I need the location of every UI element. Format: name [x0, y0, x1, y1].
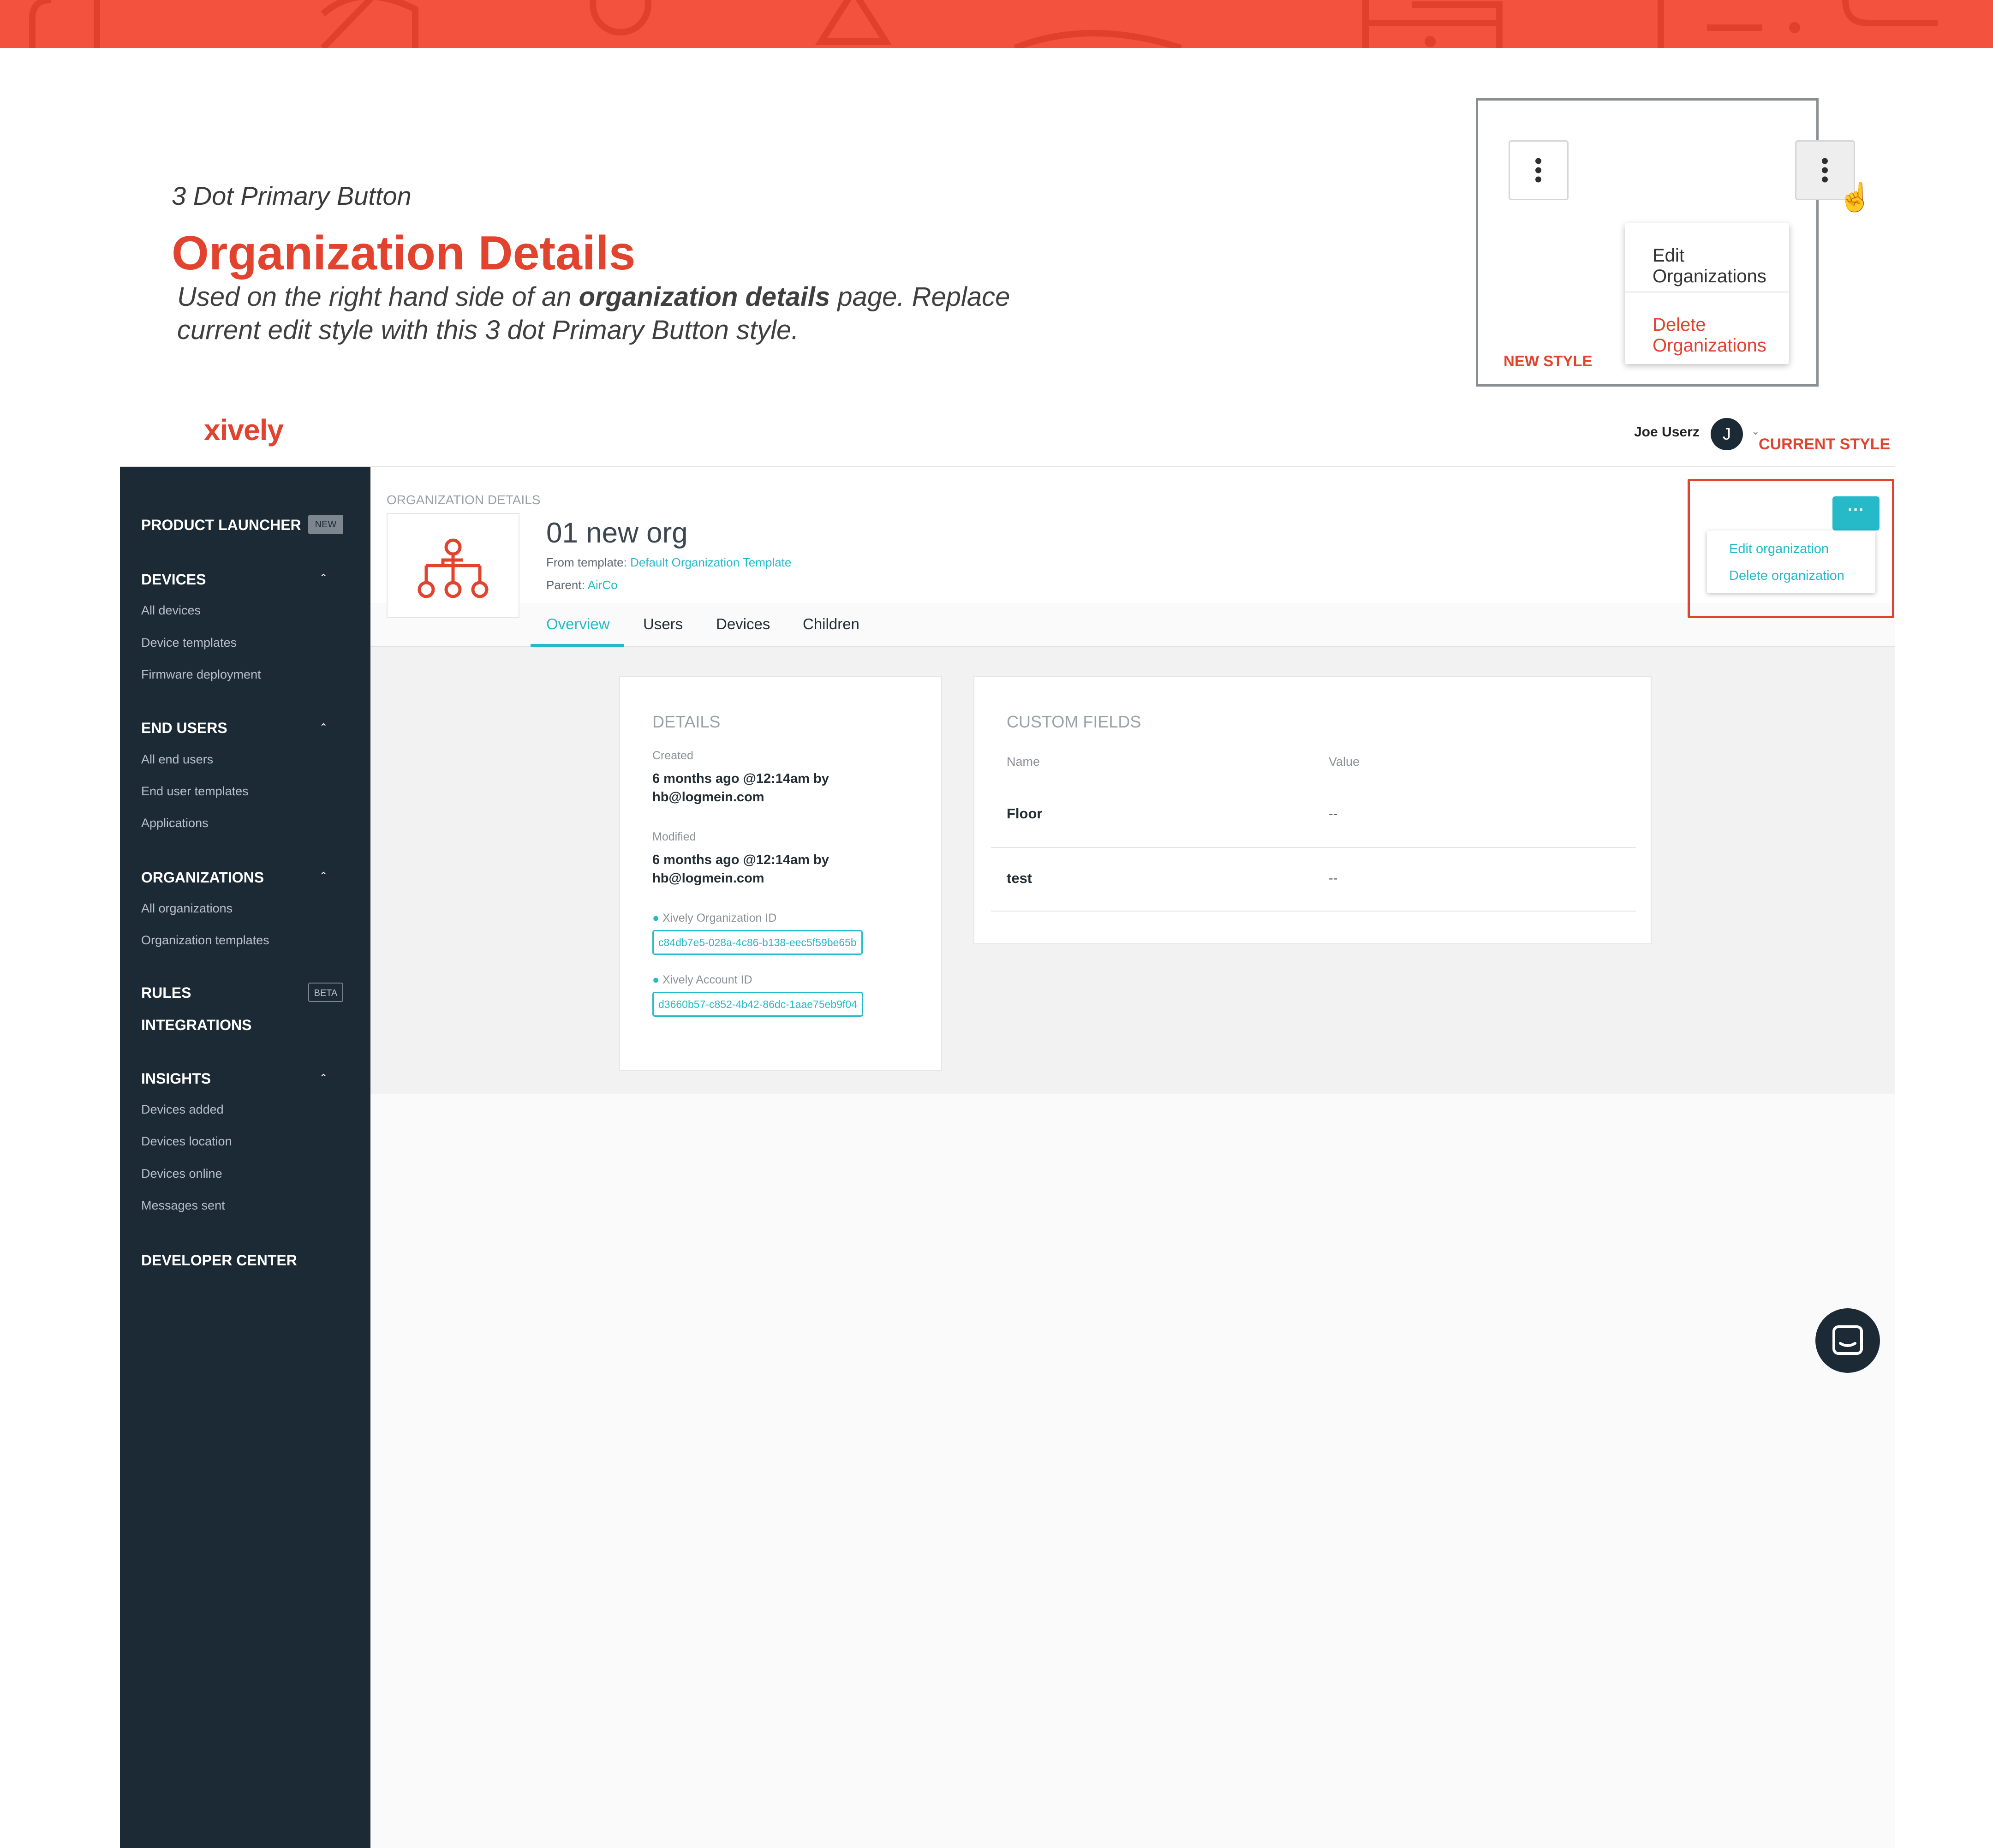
custom-fields-card: CUSTOM FIELDS Name Value Floor -- test -…	[973, 676, 1652, 944]
chevron-up-icon[interactable]: ⌃	[319, 572, 328, 584]
tab-overview[interactable]: Overview	[546, 615, 610, 633]
account-id-label: ● Xively Account ID	[652, 973, 752, 986]
tab-users[interactable]: Users	[643, 615, 683, 633]
custom-field-value: --	[1329, 806, 1338, 821]
sidebar-developer-center[interactable]: DEVELOPER CENTER	[141, 1252, 297, 1269]
details-card: DETAILS Created 6 months ago @12:14am by…	[619, 676, 942, 1071]
sidebar-organizations[interactable]: ORGANIZATIONS	[141, 869, 264, 886]
delete-organizations-item[interactable]: Delete Organizations	[1653, 315, 1789, 356]
sidebar-item-all-organizations[interactable]: All organizations	[141, 901, 233, 916]
org-avatar	[387, 513, 519, 618]
sidebar-item-organization-templates[interactable]: Organization templates	[141, 933, 269, 948]
sidebar-item-devices-location[interactable]: Devices location	[141, 1134, 232, 1149]
column-header-name: Name	[1007, 755, 1040, 769]
sidebar-end-users[interactable]: END USERS	[141, 720, 227, 737]
sidebar-insights[interactable]: INSIGHTS	[141, 1070, 211, 1087]
edit-organization-item[interactable]: Edit organization	[1729, 542, 1829, 557]
custom-field-name: test	[1007, 870, 1032, 886]
user-name[interactable]: Joe Userz	[1634, 424, 1700, 440]
org-id-label-text: Xively Organization ID	[662, 912, 777, 924]
doc-subtitle: 3 Dot Primary Button	[172, 181, 412, 210]
org-id-label: ● Xively Organization ID	[652, 912, 777, 924]
custom-fields-title: CUSTOM FIELDS	[1007, 712, 1141, 731]
account-id-value[interactable]: d3660b57-c852-4b42-86dc-1aae75eb9f04	[652, 992, 863, 1017]
sidebar-item-messages-sent[interactable]: Messages sent	[141, 1198, 225, 1213]
sidebar-item-all-end-users[interactable]: All end users	[141, 752, 213, 767]
chevron-up-icon[interactable]: ⌃	[319, 870, 328, 882]
modified-label: Modified	[652, 830, 696, 843]
new-badge: NEW	[308, 515, 343, 534]
account-id-label-text: Xively Account ID	[662, 973, 752, 986]
sidebar-item-end-user-templates[interactable]: End user templates	[141, 784, 249, 799]
desc-part-1: Used on the right hand side of an	[177, 282, 579, 312]
new-style-label: NEW STYLE	[1504, 352, 1593, 370]
hand-cursor-icon: ☝	[1838, 182, 1873, 213]
section-label: ORGANIZATION DETAILS	[387, 493, 541, 507]
parent: Parent: AirCo	[546, 578, 618, 592]
doc-description: Used on the right hand side of an organi…	[177, 280, 1077, 347]
desc-part-2: organization details	[579, 282, 830, 312]
created-label: Created	[652, 749, 693, 762]
sidebar-integrations[interactable]: INTEGRATIONS	[141, 1017, 251, 1034]
chevron-up-icon[interactable]: ⌃	[319, 1072, 328, 1084]
new-style-example: ☝ Edit Organizations Delete Organization…	[1476, 98, 1873, 387]
sidebar-devices[interactable]: DEVICES	[141, 571, 206, 588]
current-style-label: CURRENT STYLE	[1759, 435, 1891, 453]
row-divider	[991, 911, 1636, 912]
column-header-value: Value	[1329, 755, 1360, 769]
top-banner	[0, 0, 1993, 48]
sidebar-item-applications[interactable]: Applications	[141, 816, 209, 830]
sidebar-item-all-devices[interactable]: All devices	[141, 603, 201, 618]
sidebar-item-device-templates[interactable]: Device templates	[141, 636, 237, 650]
chat-button[interactable]	[1815, 1308, 1880, 1373]
custom-field-name: Floor	[1007, 805, 1043, 822]
template-link[interactable]: Default Organization Template	[630, 555, 791, 569]
sidebar-item-firmware-deployment[interactable]: Firmware deployment	[141, 668, 261, 682]
details-title: DETAILS	[652, 712, 721, 731]
beta-badge: BETA	[308, 983, 343, 1002]
custom-field-value: --	[1329, 871, 1338, 886]
org-name: 01 new org	[546, 517, 688, 549]
chat-icon	[1832, 1325, 1863, 1355]
sidebar-item-devices-added[interactable]: Devices added	[141, 1103, 224, 1117]
active-tab-indicator	[531, 644, 624, 647]
org-id-value[interactable]: c84db7e5-028a-4c86-b138-eec5f59be65b	[652, 930, 863, 955]
org-hierarchy-icon	[418, 538, 489, 598]
sidebar-rules[interactable]: RULES	[141, 984, 191, 1001]
sidebar: PRODUCT LAUNCHER NEW DEVICES ⌃ All devic…	[120, 467, 370, 1848]
parent-link[interactable]: AirCo	[588, 578, 618, 592]
sidebar-product-launcher[interactable]: PRODUCT LAUNCHER	[141, 517, 301, 534]
banner-decoration-icon	[29, 0, 1938, 48]
from-template-label: From template:	[546, 555, 627, 569]
tab-children[interactable]: Children	[803, 615, 859, 633]
doc-title: Organization Details	[172, 227, 636, 280]
created-value: 6 months ago @12:14am by hb@logmein.com	[652, 771, 829, 805]
sidebar-item-devices-online[interactable]: Devices online	[141, 1167, 222, 1181]
more-options-button[interactable]: ···	[1832, 496, 1880, 531]
chevron-up-icon[interactable]: ⌃	[319, 721, 328, 733]
delete-organization-item[interactable]: Delete organization	[1729, 568, 1844, 584]
from-template: From template: Default Organization Temp…	[546, 555, 791, 570]
three-dot-vertical-icon	[1822, 155, 1828, 186]
avatar[interactable]: J	[1711, 418, 1743, 450]
row-divider	[991, 847, 1636, 848]
xively-logo[interactable]: xively	[204, 413, 284, 447]
edit-organizations-item[interactable]: Edit Organizations	[1653, 245, 1789, 287]
new-style-menu: Edit Organizations Delete Organizations	[1625, 223, 1789, 364]
three-dot-vertical-icon	[1535, 155, 1542, 186]
modified-value: 6 months ago @12:14am by hb@logmein.com	[652, 852, 829, 886]
parent-label: Parent:	[546, 578, 585, 592]
tab-devices[interactable]: Devices	[716, 615, 770, 633]
three-dot-button[interactable]	[1509, 140, 1569, 200]
